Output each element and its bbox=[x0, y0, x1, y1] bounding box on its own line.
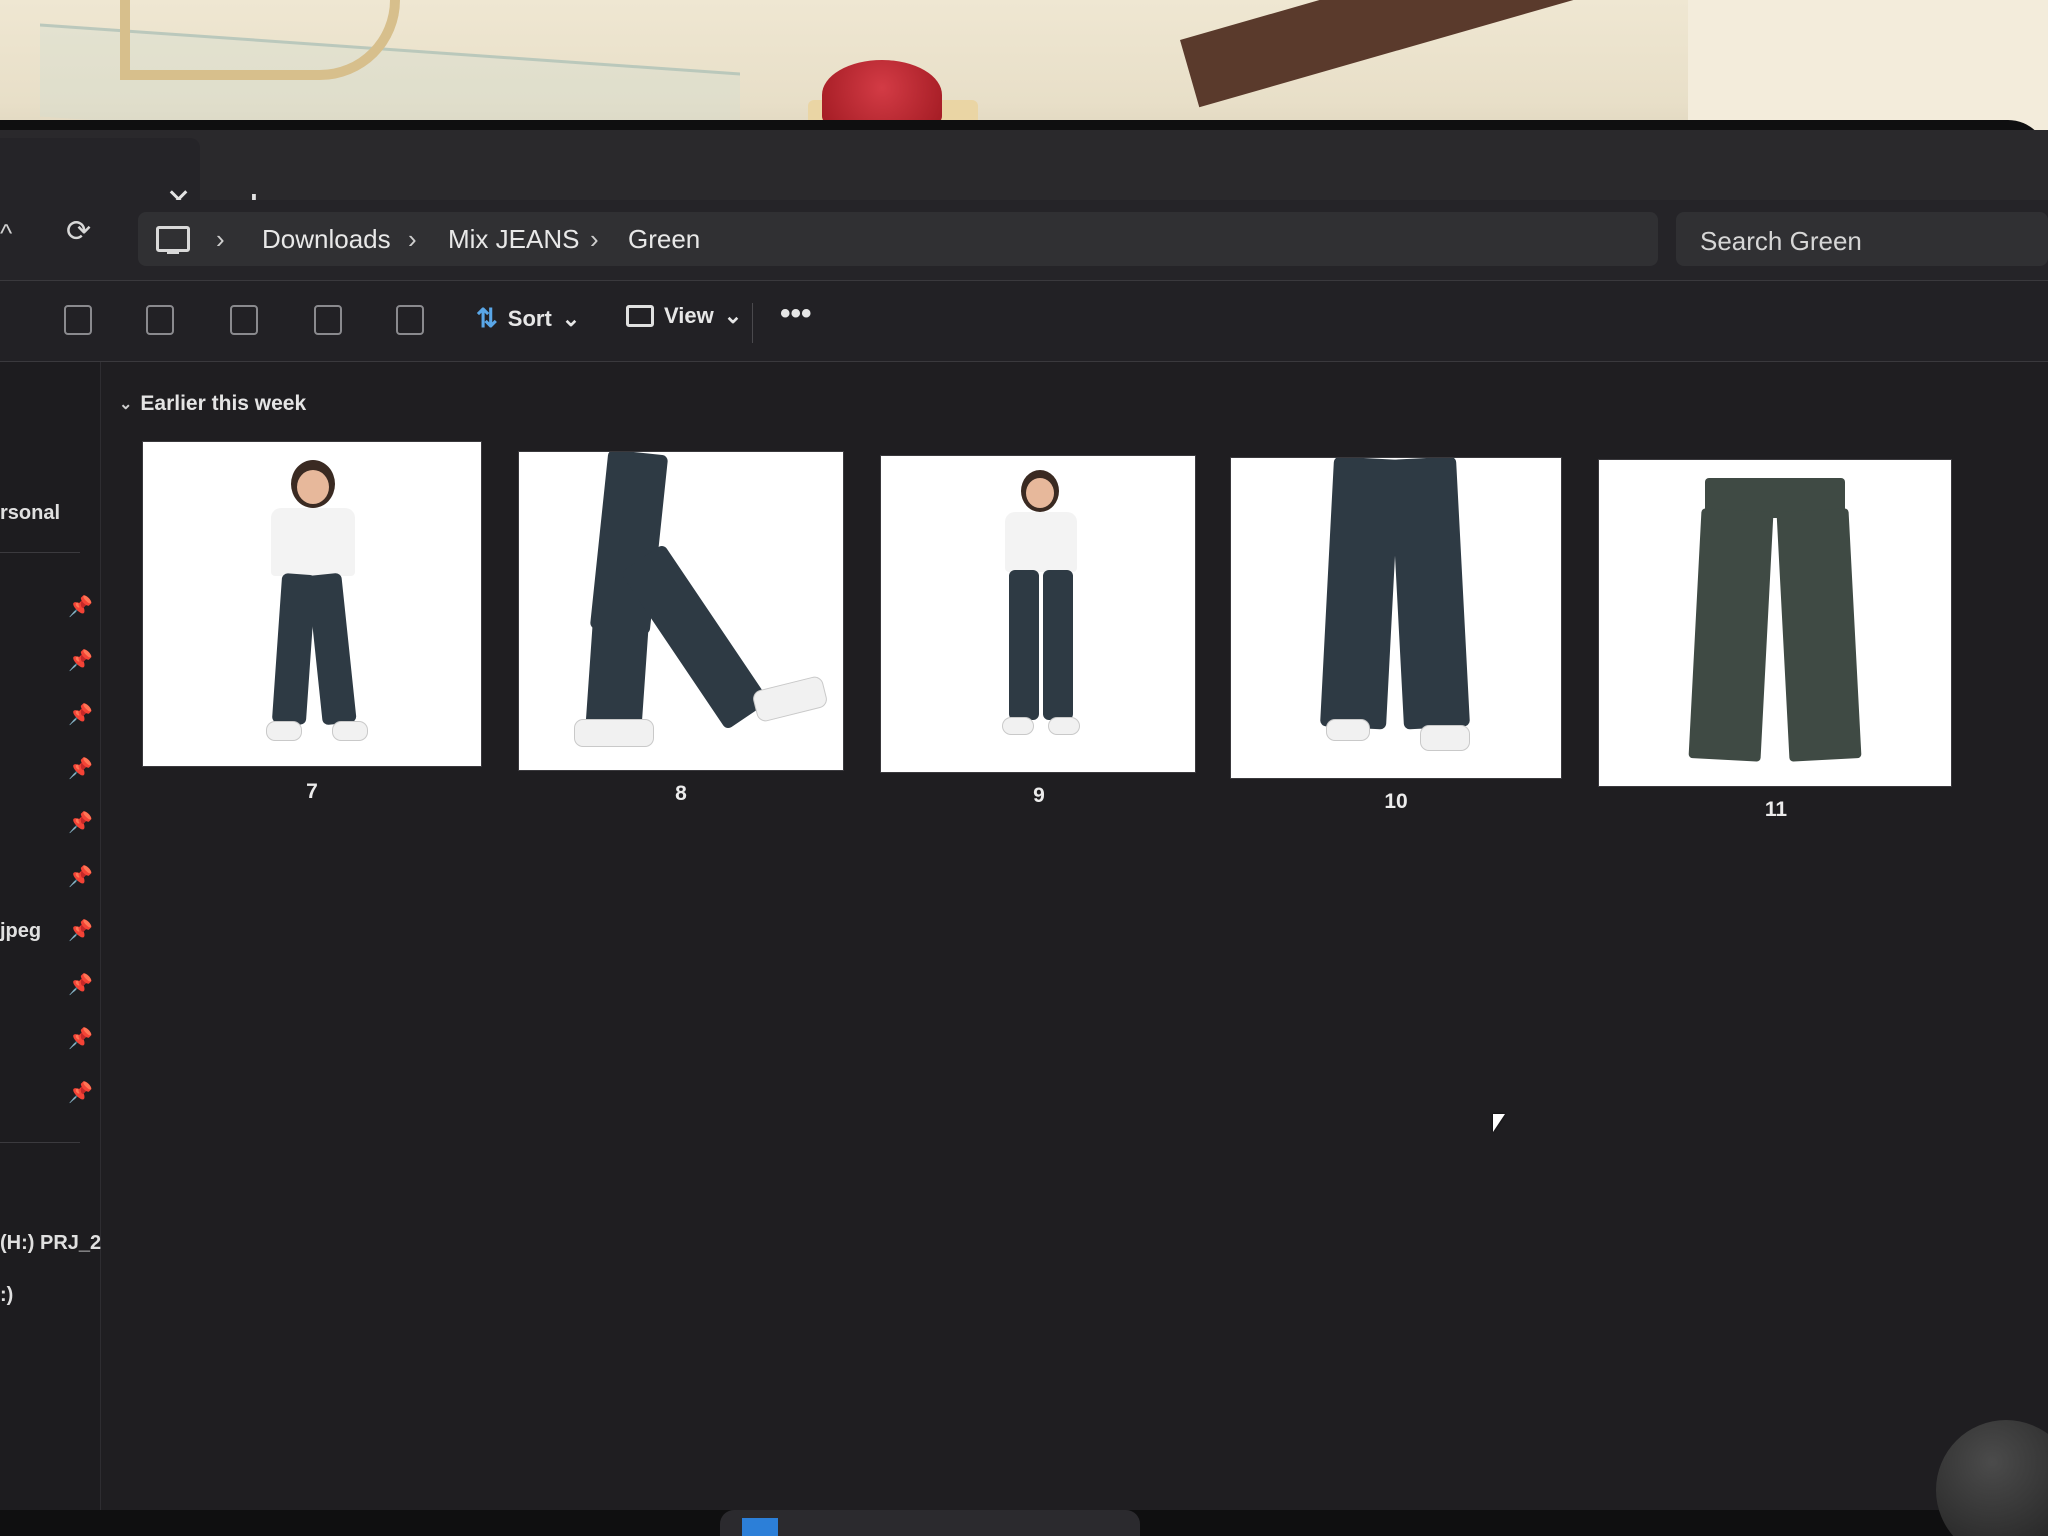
thumbnail-image bbox=[1043, 570, 1073, 720]
thumbnail-image bbox=[1003, 718, 1033, 734]
thumbnail-image bbox=[1421, 726, 1469, 750]
pin-icon[interactable]: 📌 bbox=[68, 756, 93, 781]
chevron-right-icon[interactable]: › bbox=[408, 224, 417, 255]
file-explorer-window: ✕ + ^ ⟳ › Downloads › Mix JEANS › Green … bbox=[0, 130, 2048, 1510]
pin-icon[interactable]: 📌 bbox=[68, 702, 93, 727]
chevron-right-icon[interactable]: › bbox=[590, 224, 599, 255]
file-name-9[interactable]: 9 bbox=[1009, 784, 1069, 808]
thumbnail-image bbox=[1776, 508, 1862, 762]
thumbnail-image bbox=[585, 620, 649, 734]
file-thumbnail[interactable] bbox=[1231, 458, 1561, 778]
photo-scene: ✕ + ^ ⟳ › Downloads › Mix JEANS › Green … bbox=[0, 0, 2048, 1536]
start-icon[interactable] bbox=[742, 1518, 778, 1536]
thumbnail-image bbox=[267, 722, 301, 740]
thumbnail-image bbox=[1005, 512, 1077, 572]
chevron-down-icon: ⌄ bbox=[723, 303, 743, 328]
this-pc-icon[interactable] bbox=[156, 226, 190, 254]
file-thumbnail[interactable] bbox=[143, 442, 481, 766]
nav-item-jpeg[interactable]: jpeg bbox=[0, 920, 41, 943]
file-thumbnail[interactable] bbox=[881, 456, 1195, 772]
view-button[interactable]: View ⌄ bbox=[626, 303, 742, 329]
monitor: ✕ + ^ ⟳ › Downloads › Mix JEANS › Green … bbox=[0, 120, 2048, 1536]
up-arrow-icon[interactable]: ^ bbox=[0, 218, 12, 249]
pin-icon[interactable]: 📌 bbox=[68, 918, 93, 943]
command-divider bbox=[752, 303, 753, 343]
pin-icon[interactable]: 📌 bbox=[68, 972, 93, 997]
pin-icon[interactable]: 📌 bbox=[68, 810, 93, 835]
ceiling-beam bbox=[1180, 0, 1700, 108]
thumbnail-image bbox=[1026, 478, 1054, 508]
thumbnail-image bbox=[1327, 720, 1369, 740]
tab-bar: ✕ + bbox=[0, 130, 2048, 220]
rename-icon[interactable] bbox=[230, 305, 258, 335]
sort-icon: ⇅ bbox=[476, 303, 498, 333]
file-name-8[interactable]: 8 bbox=[651, 782, 711, 806]
thumbnail-image bbox=[307, 572, 357, 726]
thumbnail-image bbox=[575, 720, 653, 746]
thumbnail-image bbox=[271, 508, 355, 576]
thumbnail-image bbox=[1688, 508, 1774, 762]
file-name-7[interactable]: 7 bbox=[282, 780, 342, 804]
pin-icon[interactable]: 📌 bbox=[68, 648, 93, 673]
nav-divider bbox=[0, 1142, 80, 1143]
navigation-pane: rsonal 📌 📌 📌 📌 📌 📌 jpeg 📌 📌 📌 📌 (H:) PRJ… bbox=[0, 362, 101, 1510]
thumbnail-image bbox=[1049, 718, 1079, 734]
wooden-decor bbox=[120, 0, 400, 80]
pin-icon[interactable]: 📌 bbox=[68, 594, 93, 619]
command-bar: ⇅ Sort ⌄ View ⌄ ••• bbox=[0, 281, 2048, 362]
thumbnail-image bbox=[1389, 458, 1471, 730]
address-row: ^ ⟳ › Downloads › Mix JEANS › Green Sear… bbox=[0, 200, 2048, 281]
file-list: ⌄ Earlier this week 7 8 9 10 11 bbox=[101, 362, 2048, 1510]
pin-icon[interactable]: 📌 bbox=[68, 864, 93, 889]
chevron-down-icon: ⌄ bbox=[119, 396, 133, 413]
file-thumbnail[interactable] bbox=[519, 452, 843, 770]
paste-icon[interactable] bbox=[146, 305, 174, 335]
nav-item-personal[interactable]: rsonal bbox=[0, 502, 60, 525]
thumbnail-image bbox=[1009, 570, 1039, 720]
thumbnail-image bbox=[752, 675, 828, 723]
pin-icon[interactable]: 📌 bbox=[68, 1080, 93, 1105]
breadcrumb-downloads[interactable]: Downloads bbox=[262, 224, 391, 255]
thumbnail-image bbox=[297, 470, 329, 504]
chevron-right-icon[interactable]: › bbox=[216, 224, 225, 255]
pin-icon[interactable]: 📌 bbox=[68, 1026, 93, 1051]
breadcrumb-mix-jeans[interactable]: Mix JEANS bbox=[448, 224, 579, 255]
mouse-cursor-icon bbox=[1493, 1114, 1505, 1132]
nav-item-drive-h[interactable]: (H:) PRJ_2 bbox=[0, 1232, 101, 1255]
group-header[interactable]: ⌄ Earlier this week bbox=[119, 392, 306, 416]
share-icon[interactable] bbox=[314, 305, 342, 335]
nav-divider bbox=[0, 552, 80, 553]
sort-label: Sort bbox=[507, 305, 552, 331]
thumbnail-image bbox=[1319, 458, 1401, 730]
search-placeholder: Search Green bbox=[1700, 226, 1862, 256]
search-input[interactable]: Search Green bbox=[1676, 212, 2048, 266]
more-options-button[interactable]: ••• bbox=[780, 297, 812, 331]
refresh-icon[interactable]: ⟳ bbox=[66, 214, 91, 249]
view-label: View bbox=[664, 303, 714, 328]
file-name-10[interactable]: 10 bbox=[1366, 790, 1426, 814]
chevron-down-icon: ⌄ bbox=[561, 305, 581, 331]
breadcrumb-green[interactable]: Green bbox=[628, 224, 700, 255]
delete-icon[interactable] bbox=[396, 305, 424, 335]
sort-button[interactable]: ⇅ Sort ⌄ bbox=[476, 303, 580, 334]
nav-item-drive[interactable]: :) bbox=[0, 1284, 13, 1307]
group-title: Earlier this week bbox=[140, 392, 307, 415]
file-name-11[interactable]: 11 bbox=[1746, 798, 1806, 822]
breadcrumb[interactable]: › Downloads › Mix JEANS › Green bbox=[138, 212, 1658, 266]
thumbnail-image bbox=[333, 722, 367, 740]
file-thumbnail[interactable] bbox=[1599, 460, 1951, 786]
view-icon bbox=[626, 305, 654, 327]
copy-icon[interactable] bbox=[64, 305, 92, 335]
taskbar bbox=[720, 1510, 1140, 1536]
